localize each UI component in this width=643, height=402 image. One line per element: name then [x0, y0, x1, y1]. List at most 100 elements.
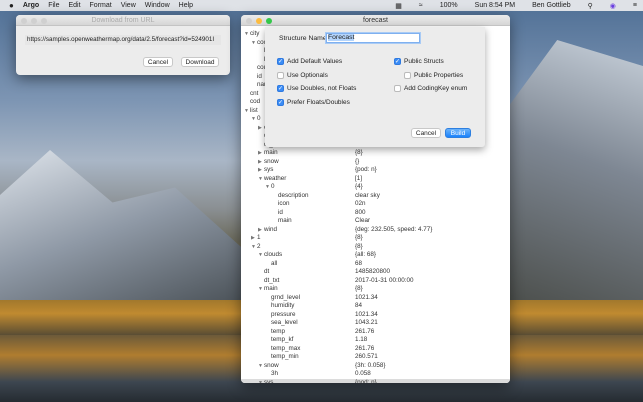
disclosure-collapsed-icon[interactable]: ▶ — [258, 149, 262, 158]
user-name[interactable]: Ben Gottlieb — [532, 2, 571, 9]
disclosure-collapsed-icon[interactable]: ▶ — [258, 124, 262, 133]
disclosure-expanded-icon[interactable]: ▼ — [258, 379, 263, 384]
use-optionals-checkbox[interactable]: Use Optionals — [277, 72, 328, 79]
tree-row[interactable]: temp 261.76 — [241, 328, 510, 337]
disclosure-expanded-icon[interactable]: ▼ — [251, 243, 256, 252]
close-button[interactable] — [21, 18, 27, 24]
zoom-button[interactable] — [266, 18, 272, 24]
tree-key: city — [250, 30, 260, 37]
close-button[interactable] — [246, 18, 252, 24]
tree-key: 2 — [257, 242, 261, 250]
menu-format[interactable]: Format — [90, 2, 112, 9]
tree-row[interactable]: pressure 1021.34 — [241, 311, 510, 320]
tree-key: pressure — [271, 310, 296, 318]
tree-row[interactable]: ▼ sys {pod: n} — [241, 378, 510, 384]
tree-row[interactable]: ▶ main {8} — [241, 149, 510, 158]
tree-row[interactable]: 3h 0.058 — [241, 370, 510, 379]
tree-row[interactable]: all 68 — [241, 260, 510, 269]
add-codingkey-enum-checkbox[interactable]: Add CodingKey enum — [394, 85, 467, 92]
tree-row[interactable]: ▶ sys {pod: n} — [241, 166, 510, 175]
menu-window[interactable]: Window — [145, 2, 170, 9]
tree-value: clear sky — [355, 191, 380, 199]
tree-row[interactable]: grnd_level 1021.34 — [241, 294, 510, 303]
tree-row[interactable]: temp_max 261.76 — [241, 345, 510, 354]
menu-edit[interactable]: Edit — [68, 2, 80, 9]
disclosure-expanded-icon[interactable]: ▼ — [258, 175, 263, 184]
menu-file[interactable]: File — [48, 2, 59, 9]
tree-value: 0.058 — [355, 370, 371, 377]
apple-menu-icon[interactable]: ● — [9, 1, 14, 10]
tree-key: description — [278, 191, 309, 199]
status-app-icon[interactable]: ▦ — [395, 2, 402, 10]
wifi-icon[interactable]: ≈ — [419, 2, 423, 9]
tree-row[interactable]: ▼ snow {3h: 0.058} — [241, 362, 510, 371]
tree-row[interactable]: ▶ wind {deg: 232.505, speed: 4.77} — [241, 226, 510, 235]
menu-app-name[interactable]: Argo — [23, 2, 39, 9]
tree-row[interactable]: temp_kf 1.18 — [241, 336, 510, 345]
tree-key: humidity — [271, 302, 295, 309]
tree-row[interactable]: ▼ 2 {8} — [241, 243, 510, 252]
public-properties-checkbox[interactable]: Public Properties — [404, 72, 463, 79]
download-window: Download from URL https://samples.openwe… — [16, 15, 230, 75]
disclosure-expanded-icon[interactable]: ▼ — [244, 107, 249, 116]
public-structs-checkbox[interactable]: ✓ Public Structs — [394, 58, 444, 65]
download-button[interactable]: Download — [181, 57, 219, 67]
menu-bar: ● Argo File Edit Format View Window Help… — [0, 0, 643, 11]
tree-value: 2017-01-31 00:00:00 — [355, 276, 414, 284]
menu-view[interactable]: View — [121, 2, 136, 9]
tree-row[interactable]: ▼ 0 {4} — [241, 183, 510, 192]
url-field[interactable]: https://samples.openweathermap.org/data/… — [25, 35, 221, 45]
tree-row[interactable]: sea_level 1043.21 — [241, 319, 510, 328]
tree-row[interactable]: ▼ main {8} — [241, 285, 510, 294]
tree-key: icon — [278, 200, 290, 207]
spotlight-search-icon[interactable]: ⚲ — [588, 2, 593, 10]
tree-row[interactable]: humidity 84 — [241, 302, 510, 311]
tree-row[interactable]: icon 02n — [241, 200, 510, 209]
disclosure-collapsed-icon[interactable]: ▶ — [258, 158, 262, 167]
tree-key: id — [278, 208, 283, 216]
use-doubles-checkbox[interactable]: ✓ Use Doubles, not Floats — [277, 85, 356, 92]
tree-row[interactable]: ▶ 1 {8} — [241, 234, 510, 243]
minimize-button[interactable] — [256, 18, 262, 24]
battery-percent[interactable]: 100% — [440, 2, 458, 9]
tree-row[interactable]: id 800 — [241, 209, 510, 218]
disclosure-collapsed-icon[interactable]: ▶ — [258, 226, 262, 235]
disclosure-expanded-icon[interactable]: ▼ — [251, 39, 256, 48]
checkmark-icon: ✓ — [277, 85, 284, 92]
tree-row[interactable]: temp_min 260.571 — [241, 353, 510, 362]
checkbox-label: Prefer Floats/Doubles — [287, 99, 350, 106]
checkbox-label: Public Properties — [414, 72, 464, 79]
tree-key: sys — [264, 378, 274, 384]
disclosure-expanded-icon[interactable]: ▼ — [244, 30, 249, 39]
tree-key: temp_min — [271, 353, 299, 360]
disclosure-collapsed-icon[interactable]: ▶ — [251, 234, 255, 243]
tree-value: {3h: 0.058} — [355, 361, 386, 369]
tree-row[interactable]: main Clear — [241, 217, 510, 226]
prefer-floats-doubles-checkbox[interactable]: ✓ Prefer Floats/Doubles — [277, 99, 350, 106]
notification-center-icon[interactable]: ≡ — [633, 2, 637, 9]
disclosure-expanded-icon[interactable]: ▼ — [258, 362, 263, 371]
add-default-values-checkbox[interactable]: ✓ Add Default Values — [277, 58, 342, 65]
disclosure-collapsed-icon[interactable]: ▶ — [258, 166, 262, 175]
cancel-button[interactable]: Cancel — [143, 57, 173, 67]
disclosure-expanded-icon[interactable]: ▼ — [258, 251, 263, 260]
tree-key: 0 — [271, 183, 275, 190]
disclosure-expanded-icon[interactable]: ▼ — [258, 285, 263, 294]
minimize-button[interactable] — [31, 18, 37, 24]
build-button[interactable]: Build — [445, 128, 471, 138]
clock[interactable]: Sun 8:54 PM — [475, 2, 515, 9]
tree-row[interactable]: ▼ weather [1] — [241, 175, 510, 184]
cancel-button[interactable]: Cancel — [411, 128, 441, 138]
disclosure-expanded-icon[interactable]: ▼ — [251, 115, 256, 124]
tree-row[interactable]: dt 1485820800 — [241, 268, 510, 277]
tree-row[interactable]: description clear sky — [241, 192, 510, 201]
siri-icon[interactable]: ◉ — [610, 2, 616, 10]
tree-row[interactable]: ▼ clouds {all: 68} — [241, 251, 510, 260]
structure-name-field[interactable]: Forecast — [326, 33, 420, 43]
checkmark-icon: ✓ — [394, 58, 401, 65]
tree-row[interactable]: ▶ snow {} — [241, 158, 510, 167]
menu-help[interactable]: Help — [179, 2, 193, 9]
disclosure-expanded-icon[interactable]: ▼ — [265, 183, 270, 192]
zoom-button[interactable] — [41, 18, 47, 24]
tree-row[interactable]: dt_txt 2017-01-31 00:00:00 — [241, 277, 510, 286]
